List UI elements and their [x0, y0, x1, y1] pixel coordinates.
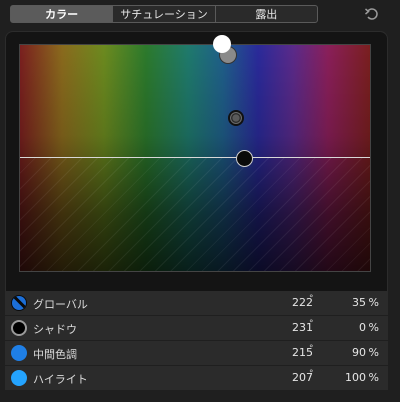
midtones-swatch-icon	[11, 345, 27, 361]
percent-sign: %	[368, 346, 379, 359]
color-board[interactable]	[19, 44, 371, 272]
midtones-puck[interactable]	[228, 110, 244, 126]
row-shadows[interactable]: シャドウ 231 ° 0 %	[5, 316, 388, 340]
row-label: ハイライト	[33, 373, 88, 386]
degree-symbol: °	[309, 294, 314, 304]
row-global[interactable]: グローバル 222 ° 35 %	[5, 291, 388, 315]
tab-saturation[interactable]: サチュレーション	[113, 6, 216, 22]
negative-region-hatch	[20, 157, 370, 271]
tab-color[interactable]: カラー	[11, 6, 114, 22]
neutral-line	[20, 157, 370, 158]
degree-symbol: °	[309, 369, 314, 379]
row-midtones[interactable]: 中間色調 215 ° 90 %	[5, 341, 388, 365]
puck-value-list: グローバル 222 ° 35 % シャドウ 231 ° 0 % 中間色調 215…	[5, 291, 388, 391]
shadows-puck[interactable]	[236, 150, 253, 167]
percent-value[interactable]: 90	[352, 346, 366, 359]
percent-value[interactable]: 0	[359, 321, 366, 334]
global-swatch-icon	[11, 295, 27, 311]
degree-symbol: °	[309, 319, 314, 329]
row-label: シャドウ	[33, 323, 77, 336]
degree-symbol: °	[309, 344, 314, 354]
percent-sign: %	[368, 371, 379, 384]
percent-value[interactable]: 100	[345, 371, 366, 384]
color-board-tabs: カラー サチュレーション 露出	[10, 5, 318, 23]
highlights-swatch-icon	[11, 370, 27, 386]
row-highlights[interactable]: ハイライト 207 ° 100 %	[5, 366, 388, 390]
row-label: 中間色調	[33, 348, 77, 361]
percent-value[interactable]: 35	[352, 296, 366, 309]
reset-icon[interactable]	[364, 6, 380, 22]
percent-sign: %	[368, 296, 379, 309]
row-label: グローバル	[33, 298, 88, 311]
percent-sign: %	[368, 321, 379, 334]
global-puck-handle[interactable]	[213, 35, 231, 53]
shadows-swatch-icon	[11, 320, 27, 336]
tab-exposure[interactable]: 露出	[216, 6, 317, 22]
